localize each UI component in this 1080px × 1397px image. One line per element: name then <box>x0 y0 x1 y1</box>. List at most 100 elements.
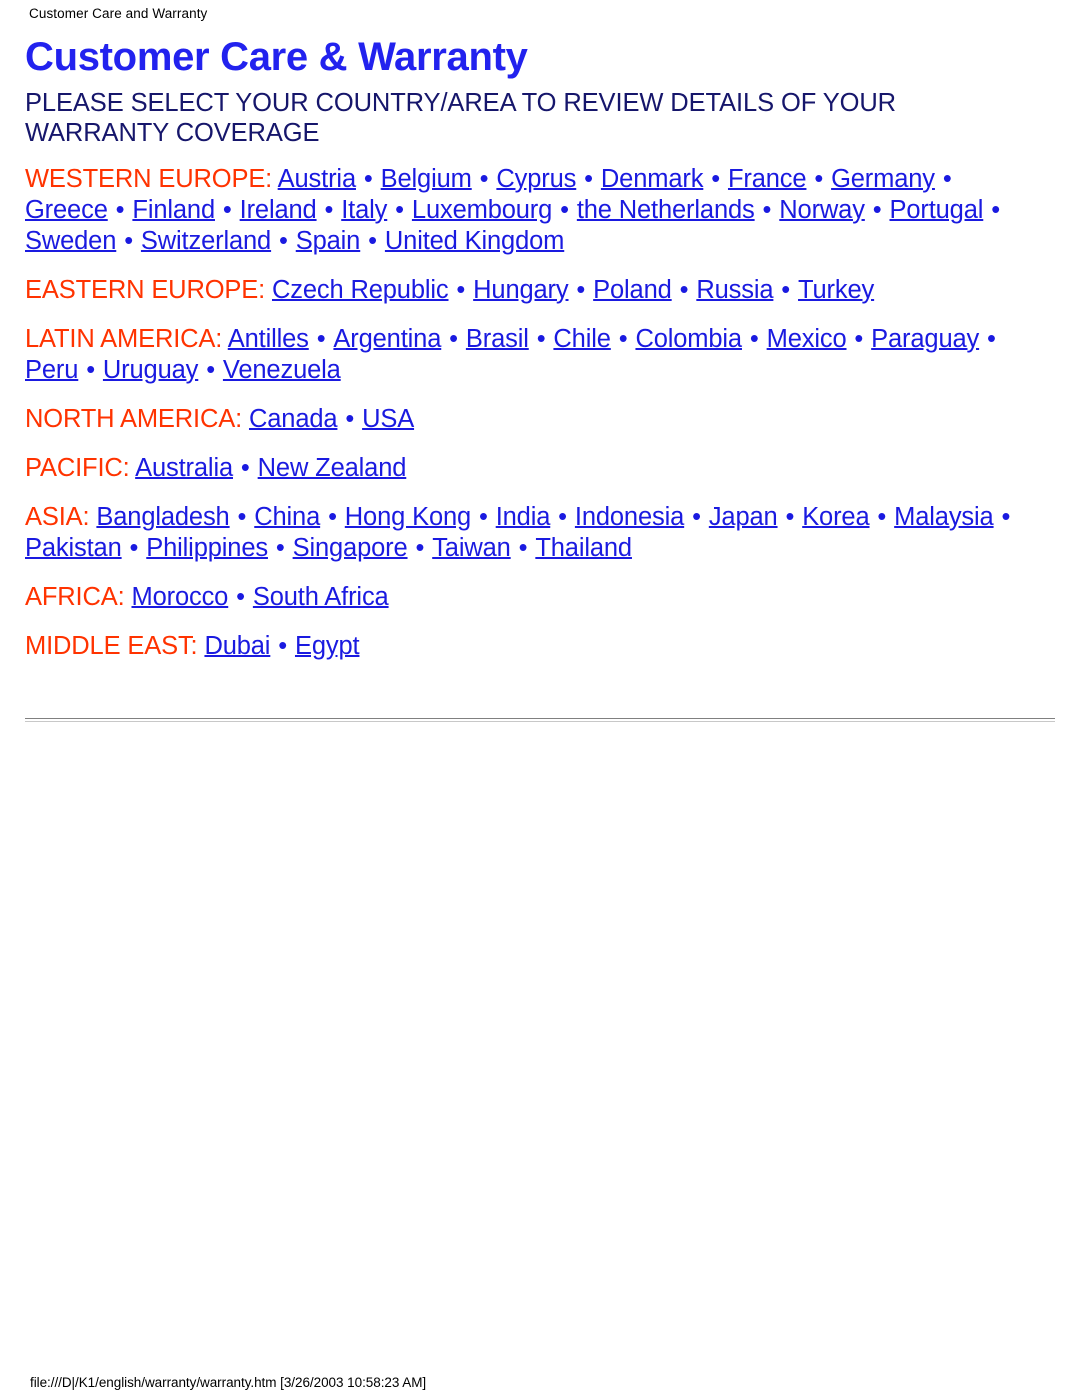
country-link[interactable]: Chile <box>553 325 611 353</box>
region-block: NORTH AMERICA: Canada • USA <box>25 404 1040 435</box>
country-link[interactable]: Ireland <box>240 196 317 224</box>
country-link[interactable]: Taiwan <box>432 534 511 562</box>
bullet-separator: • <box>108 196 132 224</box>
region-label: PACIFIC: <box>25 454 130 482</box>
bullet-separator: • <box>321 503 344 531</box>
country-link[interactable]: Japan <box>709 503 778 531</box>
country-link[interactable]: Russia <box>696 276 773 304</box>
country-link[interactable]: Austria <box>278 165 356 193</box>
country-link[interactable]: Italy <box>341 196 387 224</box>
country-link[interactable]: Korea <box>802 503 869 531</box>
region-block: AFRICA: Morocco • South Africa <box>25 582 1040 613</box>
footer-file-path: file:///D|/K1/english/warranty/warranty.… <box>30 1375 427 1390</box>
region-label: NORTH AMERICA: <box>25 405 243 433</box>
bullet-separator: • <box>449 276 473 304</box>
country-link[interactable]: Sweden <box>25 227 116 255</box>
bullet-separator: • <box>529 325 553 353</box>
bullet-separator: • <box>994 503 1011 531</box>
country-link[interactable]: Greece <box>25 196 108 224</box>
country-link[interactable]: Peru <box>25 356 78 384</box>
region-block: EASTERN EUROPE: Czech Republic • Hungary… <box>25 275 1040 306</box>
bullet-separator: • <box>408 534 432 562</box>
bullet-separator: • <box>577 165 600 193</box>
country-link[interactable]: France <box>728 165 807 193</box>
country-link[interactable]: Paraguay <box>871 325 979 353</box>
country-link[interactable]: Thailand <box>535 534 632 562</box>
region-block: LATIN AMERICA: Antilles • Argentina • Br… <box>25 324 1040 386</box>
bullet-separator: • <box>742 325 766 353</box>
bullet-separator: • <box>122 534 146 562</box>
country-link[interactable]: Czech Republic <box>272 276 449 304</box>
region-label: ASIA: <box>25 503 90 531</box>
country-link[interactable]: United Kingdom <box>385 227 564 255</box>
country-link[interactable]: Turkey <box>798 276 874 304</box>
document-content: Customer Care & Warranty PLEASE SELECT Y… <box>25 34 1055 662</box>
country-link[interactable]: Indonesia <box>575 503 684 531</box>
region-label: MIDDLE EAST: <box>25 632 198 660</box>
country-link[interactable]: Uruguay <box>103 356 198 384</box>
bullet-separator: • <box>755 196 779 224</box>
country-link[interactable]: Cyprus <box>496 165 576 193</box>
bullet-separator: • <box>685 503 708 531</box>
country-link[interactable]: Singapore <box>293 534 408 562</box>
region-label: WESTERN EUROPE: <box>25 165 273 193</box>
country-link[interactable]: Dubai <box>204 632 270 660</box>
region-label: LATIN AMERICA: <box>25 325 223 353</box>
bullet-separator: • <box>272 227 295 255</box>
country-link[interactable]: Switzerland <box>141 227 271 255</box>
bullet-separator: • <box>230 503 254 531</box>
instruction-text: PLEASE SELECT YOUR COUNTRY/AREA TO REVIE… <box>25 89 896 147</box>
bullet-separator: • <box>79 356 102 384</box>
region-list: WESTERN EUROPE: Austria • Belgium • Cypr… <box>25 164 1055 662</box>
country-link[interactable]: South Africa <box>253 583 389 611</box>
bullet-separator: • <box>704 165 727 193</box>
country-link[interactable]: China <box>254 503 320 531</box>
bullet-separator: • <box>980 325 996 353</box>
country-link[interactable]: Portugal <box>889 196 983 224</box>
bullet-separator: • <box>356 165 380 193</box>
bullet-separator: • <box>309 325 333 353</box>
country-link[interactable]: Hong Kong <box>345 503 471 531</box>
country-link[interactable]: Denmark <box>601 165 704 193</box>
country-link[interactable]: Spain <box>296 227 361 255</box>
country-link[interactable]: Brasil <box>466 325 529 353</box>
bullet-separator: • <box>807 165 831 193</box>
country-link[interactable]: Belgium <box>381 165 472 193</box>
country-link[interactable]: Argentina <box>333 325 441 353</box>
country-link[interactable]: Canada <box>249 405 338 433</box>
bullet-separator: • <box>472 165 496 193</box>
country-link[interactable]: Colombia <box>635 325 742 353</box>
bullet-separator: • <box>551 503 574 531</box>
bullet-separator: • <box>553 196 576 224</box>
country-link[interactable]: Australia <box>135 454 233 482</box>
bullet-separator: • <box>611 325 635 353</box>
country-link[interactable]: Luxembourg <box>412 196 552 224</box>
country-link[interactable]: Finland <box>132 196 215 224</box>
country-link[interactable]: Hungary <box>473 276 568 304</box>
bullet-separator: • <box>511 534 535 562</box>
country-link[interactable]: Germany <box>831 165 935 193</box>
region-block: PACIFIC: Australia • New Zealand <box>25 453 1040 484</box>
country-link[interactable]: Norway <box>779 196 865 224</box>
country-link[interactable]: Mexico <box>767 325 847 353</box>
bullet-separator: • <box>268 534 292 562</box>
country-link[interactable]: Antilles <box>228 325 309 353</box>
region-label: AFRICA: <box>25 583 125 611</box>
bullet-separator: • <box>229 583 252 611</box>
country-link[interactable]: Malaysia <box>894 503 994 531</box>
country-link[interactable]: Bangladesh <box>96 503 229 531</box>
country-link[interactable]: Venezuela <box>223 356 341 384</box>
bullet-separator: • <box>870 503 894 531</box>
country-link[interactable]: Morocco <box>131 583 228 611</box>
country-link[interactable]: Pakistan <box>25 534 122 562</box>
bullet-separator: • <box>442 325 465 353</box>
country-link[interactable]: the Netherlands <box>577 196 755 224</box>
country-link[interactable]: India <box>496 503 551 531</box>
bullet-separator: • <box>472 503 495 531</box>
country-link[interactable]: Poland <box>593 276 672 304</box>
country-link[interactable]: Egypt <box>295 632 360 660</box>
country-link[interactable]: USA <box>362 405 414 433</box>
bullet-separator: • <box>672 276 696 304</box>
country-link[interactable]: New Zealand <box>258 454 407 482</box>
country-link[interactable]: Philippines <box>146 534 268 562</box>
